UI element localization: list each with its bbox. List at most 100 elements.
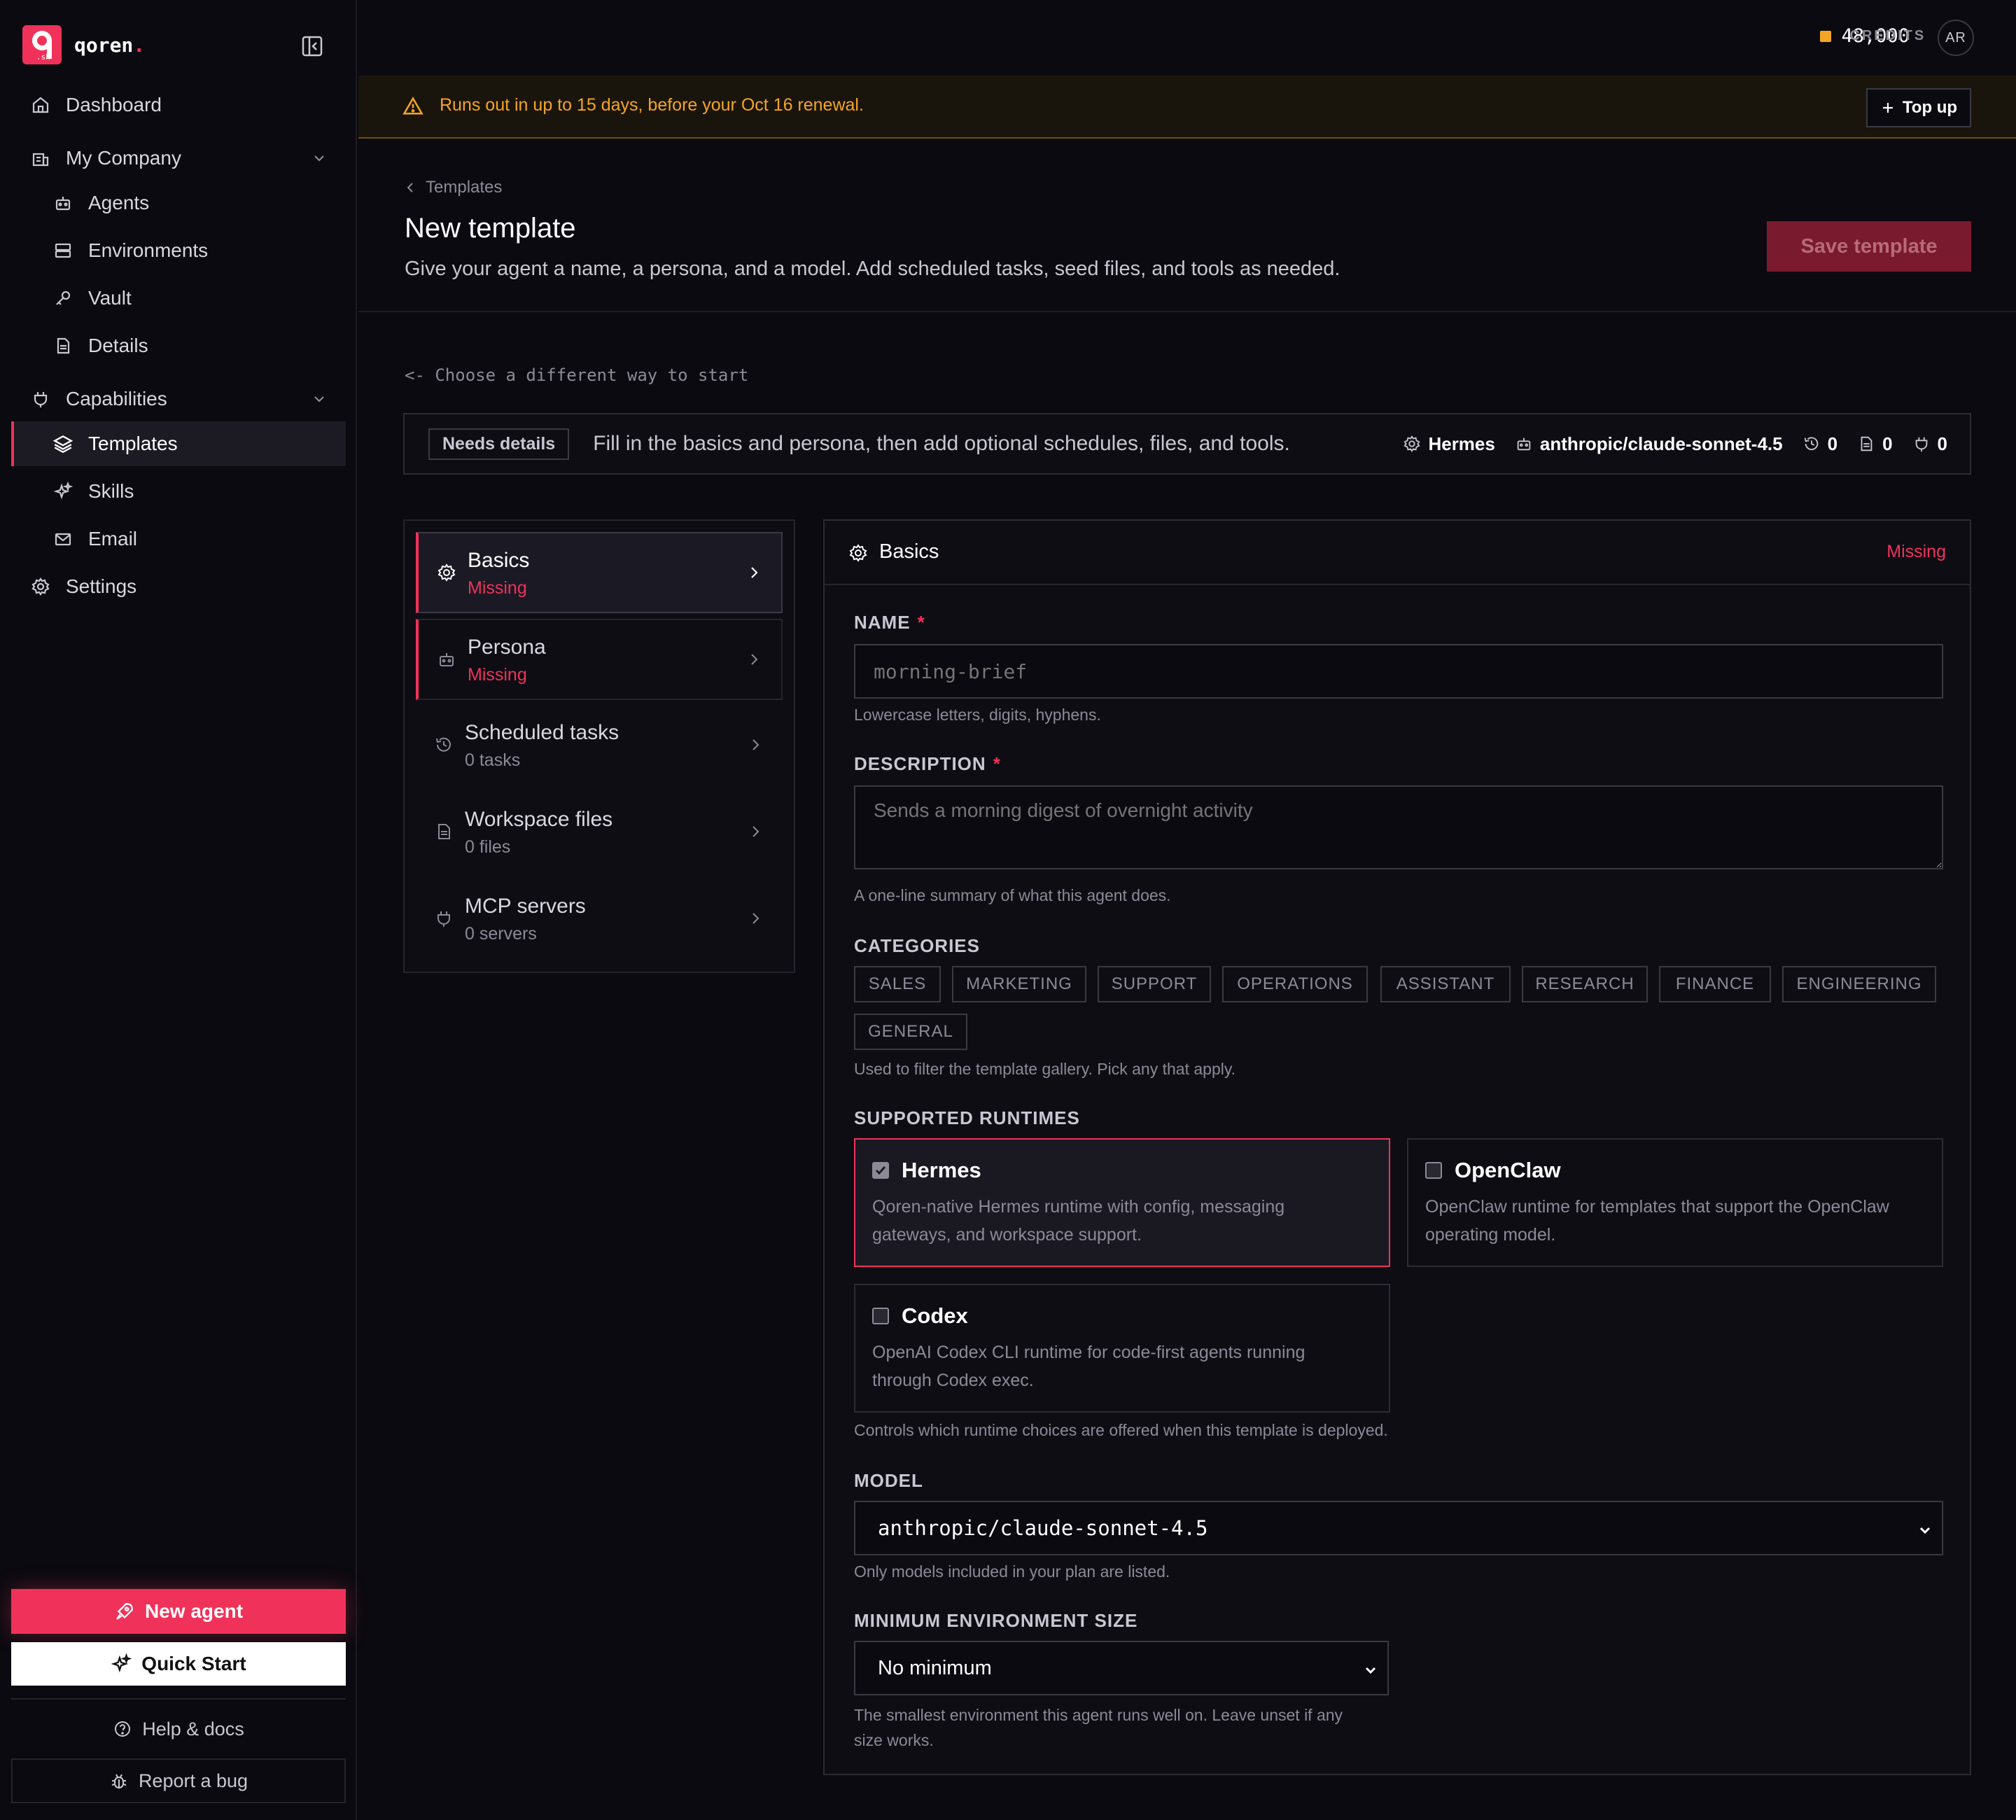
cpu-icon	[1403, 435, 1421, 453]
save-template-button[interactable]: Save template	[1767, 221, 1971, 272]
plug-icon	[1912, 435, 1931, 453]
category-chip[interactable]: SUPPORT	[1098, 966, 1211, 1002]
layers-icon	[52, 433, 74, 455]
step-persona[interactable]: Persona Missing	[416, 619, 783, 700]
runtimes-help: Controls which runtime choices are offer…	[854, 1421, 1388, 1439]
files-summary: 0	[1857, 433, 1893, 455]
bug-icon	[109, 1771, 129, 1791]
chevron-down-icon	[1917, 1522, 1933, 1539]
environment-size-select[interactable]: No minimum	[854, 1641, 1389, 1695]
plus-icon	[1880, 100, 1896, 115]
document-icon	[1857, 435, 1875, 453]
breadcrumb-label: Templates	[426, 178, 503, 197]
checkbox[interactable]	[872, 1308, 889, 1324]
category-chip[interactable]: ENGINEERING	[1782, 966, 1936, 1002]
runtime-option-openclaw[interactable]: OpenClaw OpenClaw runtime for templates …	[1407, 1138, 1943, 1267]
top-up-button[interactable]: Top up	[1866, 88, 1971, 127]
chevron-right-icon	[748, 735, 764, 755]
history-icon	[434, 735, 454, 755]
template-status-bar: Needs details Fill in the basics and per…	[403, 413, 1971, 475]
chevron-left-icon	[405, 181, 416, 195]
chevron-right-icon	[746, 563, 763, 582]
step-basics[interactable]: Basics Missing	[416, 532, 783, 613]
categories-help: Used to filter the template gallery. Pic…	[854, 1060, 1236, 1078]
brand[interactable]: .sh qoren.	[22, 25, 145, 64]
sidebar-item-skills[interactable]: Skills	[11, 469, 346, 514]
step-status: Missing	[468, 578, 527, 598]
building-icon	[29, 147, 52, 169]
sidebar-item-label: Capabilities	[66, 388, 167, 410]
checkbox[interactable]	[872, 1162, 889, 1179]
runtime-name: Codex	[902, 1303, 968, 1328]
servers-count: 0	[1937, 433, 1947, 454]
category-chip[interactable]: ASSISTANT	[1380, 966, 1511, 1002]
category-chip[interactable]: OPERATIONS	[1222, 966, 1368, 1002]
credits-indicator[interactable]: 48,000 CREDITS	[1820, 25, 1924, 47]
brand-logo-sub: .sh	[36, 52, 50, 62]
brand-name: qoren.	[74, 33, 146, 57]
sidebar-item-vault[interactable]: Vault	[11, 276, 346, 321]
sidebar-item-settings[interactable]: Settings	[11, 564, 346, 609]
sidebar-item-label: Vault	[88, 287, 132, 309]
description-textarea[interactable]	[854, 785, 1943, 869]
sidebar-group-capabilities[interactable]: Capabilities	[11, 377, 346, 421]
description-help: A one-line summary of what this agent do…	[854, 886, 1171, 904]
runtime-option-hermes[interactable]: Hermes Qoren-native Hermes runtime with …	[854, 1138, 1390, 1267]
sidebar-item-label: Skills	[88, 480, 134, 502]
step-status: 0 servers	[465, 924, 537, 944]
document-icon	[52, 335, 74, 357]
runtimes-label: SUPPORTED RUNTIMES	[854, 1107, 1080, 1128]
sidebar-item-details[interactable]: Details	[11, 323, 346, 368]
choose-different-way-link[interactable]: <- Choose a different way to start	[405, 365, 748, 385]
category-chip[interactable]: GENERAL	[854, 1014, 967, 1050]
collapse-sidebar-icon[interactable]	[300, 34, 325, 59]
step-scheduled-tasks[interactable]: Scheduled tasks 0 tasks	[416, 706, 783, 787]
credits-label: CREDITS	[1849, 28, 1926, 43]
environment-size-help: The smallest environment this agent runs…	[854, 1706, 1343, 1749]
mail-icon	[52, 528, 74, 550]
basics-panel: Basics Missing NAME* Lowercase letters, …	[823, 519, 1971, 1775]
name-input[interactable]	[854, 644, 1943, 699]
category-chip[interactable]: MARKETING	[952, 966, 1086, 1002]
category-chip[interactable]: RESEARCH	[1522, 966, 1648, 1002]
key-icon	[52, 287, 74, 309]
divider	[11, 1698, 346, 1700]
sidebar-item-agents[interactable]: Agents	[11, 181, 346, 225]
template-steps: Basics Missing Persona Missing Scheduled…	[403, 519, 795, 973]
help-docs-link[interactable]: Help & docs	[11, 1707, 346, 1751]
page-title: New template	[405, 213, 576, 244]
category-chip[interactable]: FINANCE	[1659, 966, 1771, 1002]
sidebar-group-my-company[interactable]: My Company	[11, 136, 346, 181]
quick-start-button[interactable]: Quick Start	[11, 1642, 346, 1686]
checkbox[interactable]	[1425, 1162, 1442, 1179]
sidebar-item-templates[interactable]: Templates	[11, 421, 346, 466]
tasks-count: 0	[1827, 433, 1838, 454]
step-status: 0 files	[465, 837, 511, 857]
step-title: Basics	[468, 549, 530, 572]
credits-warning-banner: Runs out in up to 15 days, before your O…	[358, 76, 2016, 139]
report-bug-link[interactable]: Report a bug	[11, 1758, 346, 1803]
environment-size-label: MINIMUM ENVIRONMENT SIZE	[854, 1610, 1138, 1631]
sidebar-item-label: Templates	[88, 433, 178, 454]
chevron-down-icon	[309, 148, 329, 168]
plug-icon	[434, 909, 454, 928]
avatar[interactable]: AR	[1938, 20, 1974, 56]
top-bar: 48,000 CREDITS AR	[358, 0, 2016, 76]
sidebar-item-email[interactable]: Email	[11, 517, 346, 561]
model-select[interactable]: anthropic/claude-sonnet-4.5	[854, 1501, 1943, 1555]
step-workspace-files[interactable]: Workspace files 0 files	[416, 792, 783, 874]
sidebar-item-label: Details	[88, 335, 148, 356]
sidebar-item-environments[interactable]: Environments	[11, 228, 346, 273]
runtime-name: Hermes	[1428, 433, 1495, 454]
step-mcp-servers[interactable]: MCP servers 0 servers	[416, 879, 783, 960]
bot-icon	[1515, 435, 1533, 453]
new-agent-button[interactable]: New agent	[11, 1589, 346, 1634]
category-chip[interactable]: SALES	[854, 966, 941, 1002]
runtime-name: OpenClaw	[1455, 1158, 1561, 1182]
step-title: MCP servers	[465, 895, 586, 918]
breadcrumb[interactable]: Templates	[405, 178, 502, 197]
sidebar-item-label: Settings	[66, 575, 137, 597]
bot-icon	[52, 192, 74, 214]
sidebar-item-dashboard[interactable]: Dashboard	[11, 83, 346, 127]
runtime-option-codex[interactable]: Codex OpenAI Codex CLI runtime for code-…	[854, 1284, 1390, 1413]
